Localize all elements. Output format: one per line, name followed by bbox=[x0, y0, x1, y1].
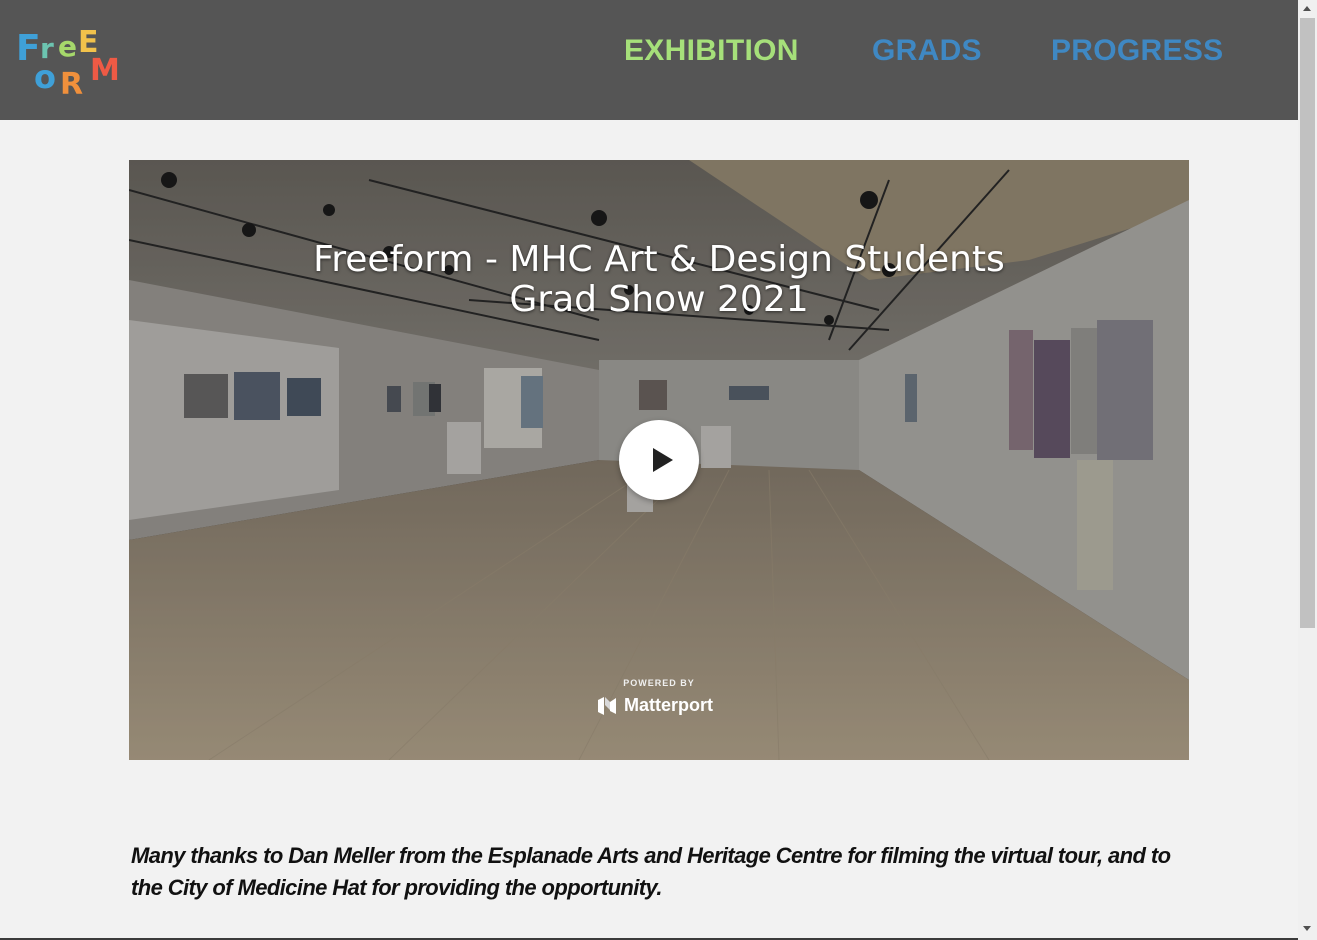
svg-text:e: e bbox=[58, 30, 77, 63]
tour-title: Freeform - MHC Art & Design Students Gra… bbox=[313, 239, 1005, 320]
nav-progress[interactable]: PROGRESS bbox=[1051, 34, 1223, 68]
play-icon bbox=[653, 448, 673, 472]
nav-exhibition[interactable]: EXHIBITION bbox=[624, 34, 799, 68]
freeform-logo[interactable]: F r e E o R M bbox=[14, 22, 130, 98]
scroll-down-icon[interactable] bbox=[1303, 926, 1311, 931]
matterport-label: Matterport bbox=[624, 695, 713, 715]
site-header: F r e E o R M EXHIBITION GRADS PROGRESS bbox=[0, 0, 1298, 120]
powered-by-label: POWERED BY bbox=[623, 678, 695, 688]
matterport-logo[interactable]: Matterport bbox=[597, 694, 727, 718]
svg-text:M: M bbox=[90, 53, 120, 88]
virtual-tour-embed[interactable]: Freeform - MHC Art & Design Students Gra… bbox=[129, 160, 1189, 760]
svg-text:o: o bbox=[34, 58, 56, 96]
acknowledgement-text: Many thanks to Dan Meller from the Espla… bbox=[131, 843, 1171, 900]
play-button[interactable] bbox=[619, 420, 699, 500]
svg-text:R: R bbox=[60, 67, 83, 98]
scrollbar-thumb[interactable] bbox=[1300, 18, 1315, 628]
vertical-scrollbar[interactable] bbox=[1298, 0, 1317, 940]
matterport-icon bbox=[598, 697, 616, 715]
scroll-up-icon[interactable] bbox=[1303, 6, 1311, 11]
nav-grads[interactable]: GRADS bbox=[872, 34, 982, 68]
